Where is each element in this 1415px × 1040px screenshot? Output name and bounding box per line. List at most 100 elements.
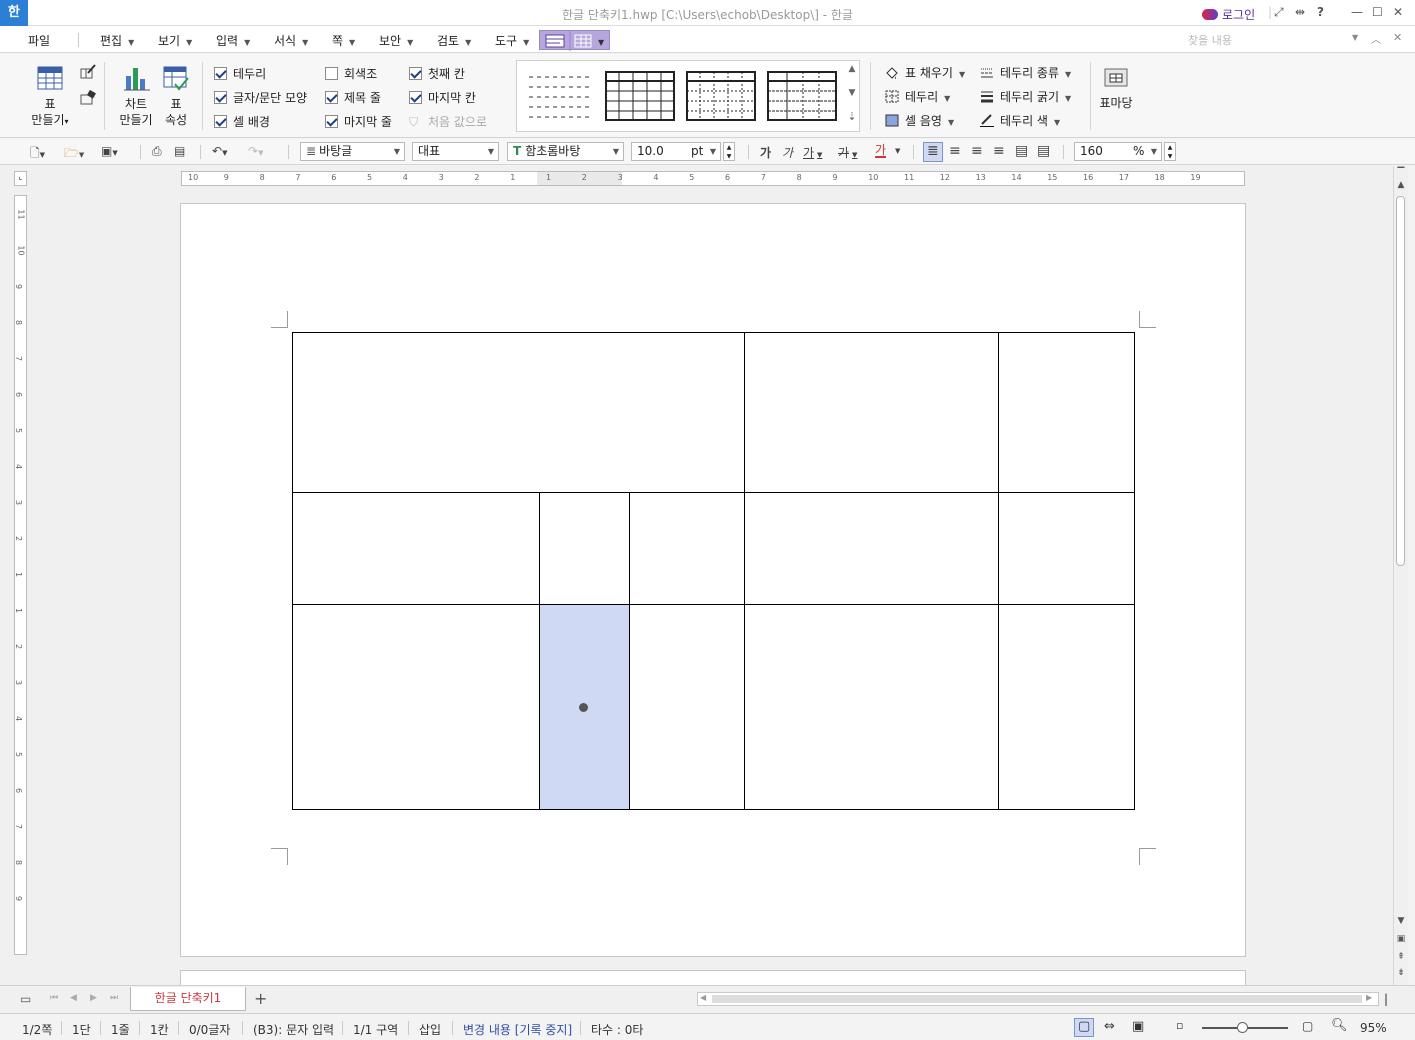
view-mode-icon[interactable]: ▣ [1395, 934, 1407, 944]
maximize-icon[interactable]: ☐ [1372, 5, 1383, 19]
vertical-scroll-thumb[interactable] [1396, 196, 1405, 566]
bold-button[interactable]: 가 [760, 144, 771, 161]
redo-icon[interactable]: ↷▼ [248, 144, 263, 158]
gallery-expand-icon[interactable]: ⇣ [846, 110, 858, 123]
checkbox-char-para-shape-box[interactable] [214, 91, 227, 104]
checkbox-header-row[interactable]: 제목 줄 [325, 89, 381, 106]
checkbox-header-row-box[interactable] [325, 91, 338, 104]
erase-table-icon[interactable] [80, 89, 96, 109]
checkbox-char-para-shape[interactable]: 글자/문단 모양 [214, 89, 307, 106]
vertical-ruler[interactable]: 11 10 9 8 7 6 5 4 3 2 1 1 2 3 4 5 6 7 8 9 [14, 195, 27, 955]
full-page-view-icon[interactable]: ▣ [1132, 1019, 1144, 1034]
make-chart-button[interactable]: 차트 만들기 [112, 62, 160, 132]
vertical-scrollbar[interactable]: ▔ ▲ ▼ ▣ ⇞ ⇟ [1393, 166, 1408, 985]
border-color-button[interactable]: 테두리 색 ▼ [980, 112, 1060, 129]
split-align-icon[interactable]: ▤ [1037, 143, 1050, 159]
zoom-out-icon[interactable]: ▫ [1176, 1019, 1183, 1032]
status-insert-mode[interactable]: 삽입 [419, 1021, 441, 1038]
checkbox-border[interactable]: 테두리 [214, 65, 266, 82]
zoom-magnifier-icon[interactable]: 🔍︎ [1331, 1018, 1348, 1033]
gallery-scroll-down-icon[interactable]: ▼ [846, 88, 858, 98]
tab-last-icon[interactable]: ⏭ [110, 993, 118, 1003]
ribbon-collapse-icon[interactable]: ︿ [1371, 31, 1381, 46]
fit-width-view-icon[interactable]: ⇔ [1104, 1019, 1115, 1034]
table-tool-tabs[interactable]: ▼ [539, 30, 611, 51]
align-center-icon[interactable]: ≡ [971, 143, 983, 159]
table-fill-button[interactable]: 표 채우기 ▼ [885, 64, 965, 81]
menu-format[interactable]: 서식 ▼ [274, 32, 308, 49]
scroll-up-icon[interactable]: ▲ [1395, 180, 1407, 190]
scroll-down-icon[interactable]: ▼ [1395, 916, 1407, 926]
font-size-spinner[interactable]: ▲ ▼ [723, 142, 735, 161]
fullscreen-icon[interactable]: ⤢ [1274, 5, 1284, 20]
table-style-grid-1[interactable] [605, 71, 675, 121]
table-style-grid-3[interactable] [767, 71, 837, 121]
table-style-grid-2[interactable] [686, 71, 756, 121]
table-properties-button[interactable]: 표 속성 [158, 62, 194, 132]
cell-shade-button[interactable]: 셀 음영 ▼ [885, 112, 954, 129]
menu-security[interactable]: 보안 ▼ [379, 32, 413, 49]
tab-document[interactable]: 한글 단축키1 [130, 987, 246, 1011]
checkbox-last-column-box[interactable] [409, 91, 422, 104]
new-document-icon[interactable]: 🗋▼ [30, 144, 45, 165]
scroll-left-icon[interactable]: ◀ [700, 993, 706, 1002]
search-dropdown-icon[interactable]: ▼ [1352, 33, 1358, 42]
prev-page-icon[interactable]: ⇞ [1395, 952, 1407, 962]
checkbox-last-row-box[interactable] [325, 115, 338, 128]
checkbox-first-column-box[interactable] [409, 67, 422, 80]
horizontal-scrollbar[interactable]: ◀ ▶ [697, 992, 1379, 1006]
menu-view[interactable]: 보기 ▼ [158, 32, 192, 49]
search-input[interactable]: 찾을 내용 [1188, 32, 1363, 48]
checkbox-grayscale-box[interactable] [325, 67, 338, 80]
reset-style-button[interactable]: ⛉ 처음 값으로 [409, 113, 487, 130]
tab-first-icon[interactable]: ⏮ [50, 993, 58, 1003]
tab-prev-icon[interactable]: ◀ [70, 993, 77, 1003]
zoom-level[interactable]: 95% [1360, 1021, 1387, 1035]
menu-edit[interactable]: 편집 ▼ [100, 32, 134, 49]
font-select[interactable]: T 함초롬바탕 ▼ [507, 142, 624, 161]
ribbon-close-icon[interactable]: ✕ [1393, 31, 1402, 44]
checkbox-first-column[interactable]: 첫째 칸 [409, 65, 465, 82]
zoom-slider-knob[interactable] [1237, 1022, 1248, 1033]
next-page-icon[interactable]: ⇟ [1395, 968, 1407, 978]
tab-next-icon[interactable]: ▶ [90, 993, 97, 1003]
font-color-button[interactable]: 가 [875, 144, 887, 158]
minimize-icon[interactable]: — [1351, 5, 1363, 19]
border-button[interactable]: 테두리 ▼ [885, 88, 950, 105]
tab-list-icon[interactable]: ▭ [20, 992, 31, 1006]
underline-button[interactable]: 가 ▼ [803, 144, 822, 161]
checkbox-last-row[interactable]: 마지막 줄 [325, 113, 392, 130]
print-icon[interactable]: ⎙ [152, 144, 162, 159]
fit-width-icon[interactable]: ⇹ [1295, 5, 1305, 19]
checkbox-cell-background-box[interactable] [214, 115, 227, 128]
checkbox-last-column[interactable]: 마지막 칸 [409, 89, 476, 106]
border-width-button[interactable]: 테두리 굵기 ▼ [980, 88, 1071, 105]
draw-table-icon[interactable] [80, 64, 96, 83]
status-page[interactable]: 1/2쪽 [22, 1021, 52, 1038]
print-preview-icon[interactable]: ▤ [174, 144, 185, 158]
checkbox-cell-background[interactable]: 셀 배경 [214, 113, 270, 130]
scroll-top-icon[interactable]: ▔ [1395, 168, 1407, 178]
checkbox-border-box[interactable] [214, 67, 227, 80]
line-spacing-input[interactable]: 160% ▼ [1074, 142, 1162, 161]
distribute-icon[interactable]: ▤ [1015, 143, 1028, 159]
menu-insert[interactable]: 입력 ▼ [216, 32, 250, 49]
table-mark-button[interactable]: 표마당 [1096, 66, 1136, 126]
help-icon[interactable]: ? [1317, 5, 1324, 19]
table-design-icon[interactable]: ▼ [540, 31, 611, 51]
table-style-dashed[interactable] [525, 71, 595, 121]
status-track-changes[interactable]: 변경 내용 [기록 중지] [463, 1021, 572, 1038]
horizontal-scroll-thumb[interactable] [712, 995, 1362, 1003]
ruler-corner-button[interactable]: ⌞ [14, 171, 27, 186]
scroll-right-icon[interactable]: ▶ [1366, 993, 1372, 1002]
login-button[interactable]: 로그인 [1202, 6, 1255, 23]
style-select[interactable]: ≣ 바탕글 ▼ [300, 142, 405, 161]
open-folder-icon[interactable]: 🗁▼ [64, 144, 84, 165]
gallery-scroll-up-icon[interactable]: ▲ [846, 64, 858, 74]
line-spacing-spinner[interactable]: ▲ ▼ [1164, 142, 1176, 161]
menu-file[interactable]: 파일 [28, 32, 50, 49]
menu-review[interactable]: 검토 ▼ [437, 32, 471, 49]
save-icon[interactable]: ▣▼ [101, 144, 118, 158]
align-left-icon[interactable]: ≡ [949, 143, 961, 159]
italic-button[interactable]: 가 [782, 144, 793, 161]
